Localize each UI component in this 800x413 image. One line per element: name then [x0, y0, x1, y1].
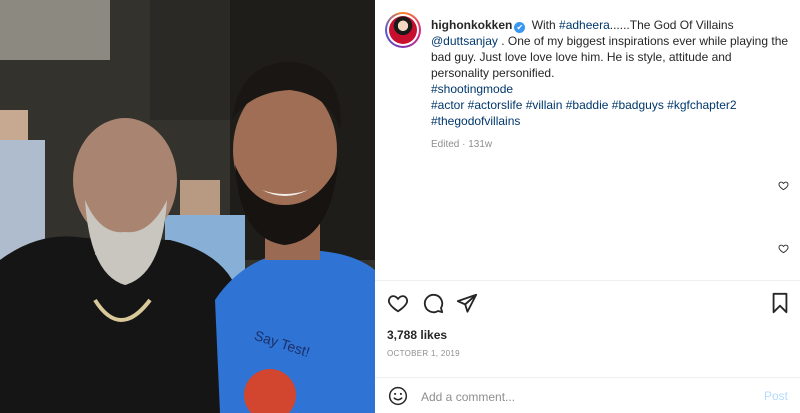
username-link[interactable]: highonkokken — [431, 18, 512, 32]
caption: highonkokken ✔ With #adheera......The God… — [431, 17, 791, 129]
avatar-image — [389, 16, 417, 44]
hashtag-thegodofvillains[interactable]: #thegodofvillains — [431, 114, 520, 128]
comment-icon[interactable] — [422, 292, 444, 314]
divider — [375, 280, 800, 281]
likes-count[interactable]: 3,788 likes — [387, 328, 447, 342]
emoji-icon[interactable] — [388, 386, 408, 406]
hashtag-shootingmode[interactable]: #shootingmode — [431, 82, 513, 96]
post-photo[interactable]: Say Test! — [0, 0, 375, 413]
divider — [375, 377, 800, 378]
mention-link[interactable]: @duttsanjay — [431, 34, 498, 48]
verified-badge-icon: ✔ — [514, 22, 526, 33]
edited-label: Edited — [431, 139, 460, 150]
share-icon[interactable] — [456, 292, 478, 314]
post-panel: highonkokken ✔ With #adheera......The God… — [375, 0, 800, 413]
bookmark-icon[interactable] — [769, 292, 791, 314]
comment-bar: Post — [375, 380, 800, 413]
hashtag-line[interactable]: #actor #actorslife #villain #baddie #bad… — [431, 98, 737, 112]
heart-outline-icon[interactable] — [778, 243, 789, 254]
heart-outline-icon[interactable] — [778, 180, 789, 191]
caption-text-2: ......The God Of Villains — [609, 18, 734, 32]
heart-icon[interactable] — [387, 292, 409, 314]
post-date: OCTOBER 1, 2019 — [387, 349, 460, 358]
photo-illustration: Say Test! — [0, 0, 375, 413]
action-bar — [387, 292, 791, 316]
post-age[interactable]: 131w — [468, 139, 492, 150]
caption-text-1: With — [531, 18, 560, 32]
post-button[interactable]: Post — [764, 389, 788, 403]
hashtag-link[interactable]: #adheera — [559, 18, 610, 32]
post-meta: Edited · 131w — [431, 139, 493, 150]
comment-input[interactable] — [421, 388, 741, 405]
avatar[interactable] — [385, 12, 421, 48]
